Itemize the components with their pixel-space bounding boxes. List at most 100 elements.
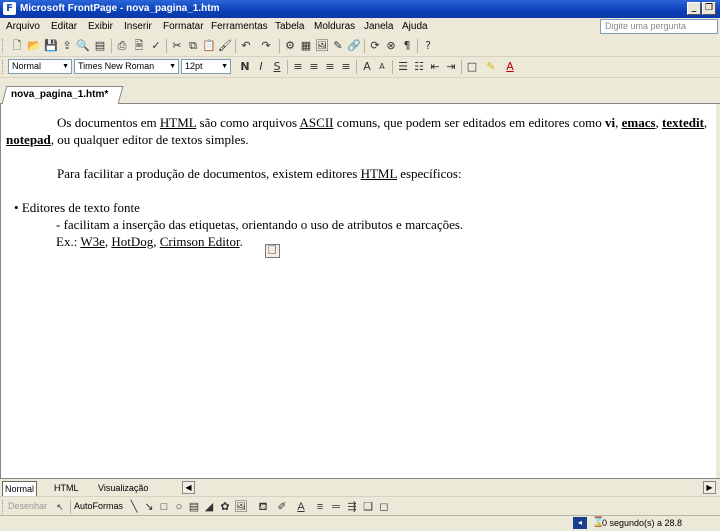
word-hotdog: HotDog [111, 234, 154, 249]
redo-icon[interactable]: ↷ [259, 39, 273, 53]
justify-icon[interactable]: ≡ [339, 60, 353, 74]
increase-font-icon[interactable]: A [360, 60, 374, 74]
format-painter-icon[interactable]: 🖌 [218, 39, 232, 53]
vertical-scrollbar[interactable] [716, 104, 720, 478]
undo-icon[interactable]: ↶ [239, 39, 253, 53]
autoshapes-menu[interactable]: AutoFormas [74, 501, 123, 511]
menu-ferramentas[interactable]: Ferramentas [211, 20, 268, 33]
font-dropdown[interactable]: Times New Roman ▼ [74, 59, 179, 74]
drawing-toolbar: Desenhar ↖ AutoFormas ╲ ↘ □ ○ ▤ ◢ ✿ 🖼 ⛾ … [0, 496, 720, 516]
oval-icon[interactable]: ○ [172, 500, 186, 514]
wordart-icon[interactable]: ◢ [202, 500, 216, 514]
3d-icon[interactable]: ◻ [377, 500, 391, 514]
spelling-icon[interactable]: ✓ [149, 39, 163, 53]
align-left-icon[interactable]: ≡ [291, 60, 305, 74]
numbering-icon[interactable]: ☰ [396, 60, 410, 74]
line-icon[interactable]: ╲ [127, 500, 141, 514]
search-icon[interactable]: 🔍 [76, 39, 90, 53]
page-editor[interactable]: Os documentos em HTML são como arquivos … [0, 104, 717, 478]
tab-nova-pagina[interactable]: nova_pagina_1.htm* [1, 86, 124, 104]
toggle-pane-icon[interactable]: ▤ [93, 39, 107, 53]
highlight-icon[interactable]: ✎ [484, 60, 498, 74]
web-component-icon[interactable]: ⚙ [283, 39, 297, 53]
menu-formatar[interactable]: Formatar [163, 20, 204, 33]
connection-icon: ◂ [573, 517, 587, 529]
align-right-icon[interactable]: ≡ [323, 60, 337, 74]
style-dropdown[interactable]: Normal ▼ [8, 59, 72, 74]
paste-icon[interactable]: 📋 [202, 39, 216, 53]
tab-html[interactable]: HTML [52, 481, 81, 495]
increase-indent-icon[interactable]: ⇥ [444, 60, 458, 74]
cut-icon[interactable]: ✂ [170, 39, 184, 53]
hyperlink-icon[interactable]: 🔗 [347, 39, 361, 53]
textbox-icon[interactable]: ▤ [187, 500, 201, 514]
insert-table-icon[interactable]: ▦ [299, 39, 313, 53]
bullets-icon[interactable]: ☷ [412, 60, 426, 74]
shadow-icon[interactable]: ❑ [361, 500, 375, 514]
minimize-button[interactable]: _ [687, 2, 701, 15]
menu-molduras[interactable]: Molduras [314, 20, 355, 33]
italic-icon[interactable]: I [254, 60, 268, 74]
draw-menu[interactable]: Desenhar [8, 501, 47, 511]
refresh-icon[interactable]: ⟳ [368, 39, 382, 53]
arrow-icon[interactable]: ↘ [142, 500, 156, 514]
copy-icon[interactable]: ⧉ [186, 39, 200, 53]
line-color-icon[interactable]: ✐ [275, 500, 289, 514]
style-value: Normal [12, 61, 42, 71]
print-icon[interactable]: ⎙ [115, 39, 129, 53]
line-style-icon[interactable]: ≡ [313, 500, 327, 514]
word-crimson-editor: Crimson Editor [159, 234, 240, 249]
menu-janela[interactable]: Janela [364, 20, 393, 33]
bold-icon[interactable]: N [238, 60, 252, 74]
text: Para facilitar a produção de documentos,… [57, 166, 361, 181]
text: específicos: [396, 166, 462, 181]
border-icon[interactable]: □ [465, 60, 479, 74]
scroll-left-icon[interactable]: ◀ [182, 481, 195, 494]
scroll-right-icon[interactable]: ▶ [703, 481, 716, 494]
drawing-icon[interactable]: ✎ [331, 39, 345, 53]
align-center-icon[interactable]: ≡ [307, 60, 321, 74]
menu-exibir[interactable]: Exibir [88, 20, 113, 33]
list-subline: - facilitam a inserção das etiquetas, or… [56, 217, 464, 232]
tab-normal[interactable]: Normal [2, 481, 38, 497]
menu-arquivo[interactable]: Arquivo [6, 20, 40, 33]
select-objects-icon[interactable]: ↖ [53, 500, 67, 514]
insert-picture-icon[interactable]: 🖼 [315, 39, 329, 53]
font-size-dropdown[interactable]: 12pt ▼ [181, 59, 231, 74]
picture-icon[interactable]: 🖼 [234, 500, 248, 514]
arrow-style-icon[interactable]: ⇶ [345, 500, 359, 514]
underline-icon[interactable]: S [270, 60, 284, 74]
new-page-icon[interactable]: 🗋 [10, 39, 24, 53]
menu-tabela[interactable]: Tabela [275, 20, 304, 33]
menu-ajuda[interactable]: Ajuda [402, 20, 428, 33]
text: , [703, 115, 708, 130]
decrease-font-icon[interactable]: A [375, 60, 389, 74]
dash-style-icon[interactable]: ═ [329, 500, 343, 514]
tab-label: nova_pagina_1.htm* [11, 89, 109, 100]
save-icon[interactable]: 💾 [44, 39, 58, 53]
font-color-icon[interactable]: A [294, 500, 308, 514]
menu-inserir[interactable]: Inserir [124, 20, 152, 33]
fill-color-icon[interactable]: ⛾ [256, 500, 270, 514]
paragraph-1: Os documentos em HTML são como arquivos … [6, 114, 711, 148]
frontpage-app-icon[interactable]: F [3, 2, 16, 15]
rectangle-icon[interactable]: □ [157, 500, 171, 514]
show-all-icon[interactable]: ¶ [400, 39, 414, 53]
paste-options-icon[interactable]: 📋 [265, 244, 280, 258]
publish-icon[interactable]: ⇪ [60, 39, 74, 53]
clipart-icon[interactable]: ✿ [218, 500, 232, 514]
font-color-icon[interactable]: A [503, 60, 517, 74]
menu-editar[interactable]: Editar [51, 20, 77, 33]
stop-icon[interactable]: ⊗ [384, 39, 398, 53]
tab-html-label: HTML [54, 483, 79, 493]
word-notepad: notepad [6, 132, 51, 147]
word-vi: vi [604, 115, 616, 130]
decrease-indent-icon[interactable]: ⇤ [428, 60, 442, 74]
open-icon[interactable]: 📂 [27, 39, 41, 53]
help-icon[interactable]: ? [421, 39, 435, 53]
preview-icon[interactable]: 🗎 [132, 39, 146, 53]
ask-question-input[interactable]: Digite uma pergunta [600, 19, 718, 34]
tab-visualizacao-label: Visualização [98, 483, 149, 493]
tab-visualizacao[interactable]: Visualização [96, 481, 150, 495]
restore-button[interactable]: ❐ [702, 2, 716, 15]
